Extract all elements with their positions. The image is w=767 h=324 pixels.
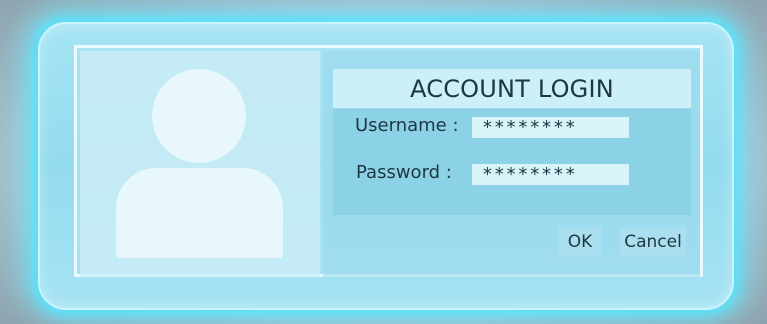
avatar-head bbox=[152, 69, 246, 163]
cancel-button[interactable]: Cancel bbox=[620, 227, 686, 257]
ok-button[interactable]: OK bbox=[558, 227, 602, 257]
avatar-area bbox=[80, 51, 320, 277]
title-bar: ACCOUNT LOGIN bbox=[333, 69, 691, 108]
password-label: Password : bbox=[356, 162, 452, 183]
login-form: ACCOUNT LOGIN Username : ******** Passwo… bbox=[323, 51, 700, 277]
password-field[interactable]: ******** bbox=[472, 164, 629, 185]
credentials-box: Username : ******** Password : ******** bbox=[333, 109, 691, 215]
dialog-title: ACCOUNT LOGIN bbox=[410, 74, 614, 103]
username-field[interactable]: ******** bbox=[472, 117, 629, 138]
login-dialog: ACCOUNT LOGIN Username : ******** Passwo… bbox=[74, 45, 703, 277]
avatar-body bbox=[116, 168, 283, 258]
username-label: Username : bbox=[355, 115, 459, 136]
